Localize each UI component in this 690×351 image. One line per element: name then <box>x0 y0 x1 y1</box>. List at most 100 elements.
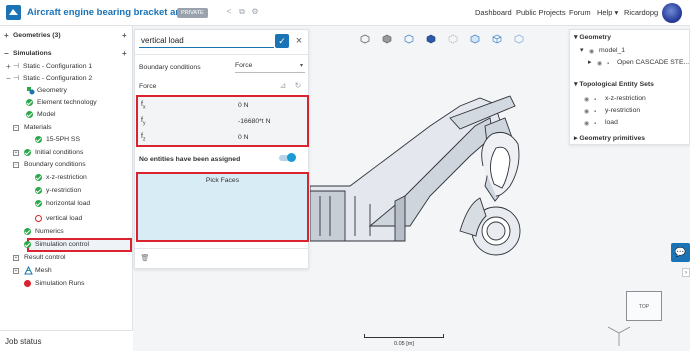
tree-item-simulation-control[interactable]: Simulation control <box>0 239 133 250</box>
view-hidden-icon[interactable] <box>514 34 524 44</box>
force-symbol-x: fx <box>141 101 145 110</box>
tree-item-numerics[interactable]: Numerics <box>0 226 133 237</box>
tree-item-mesh[interactable]: + Mesh <box>0 265 133 276</box>
eye-icon[interactable]: ◉ <box>589 47 594 57</box>
tree-item-config1[interactable]: + ⊣ Static - Configuration 1 <box>0 61 133 72</box>
simscale-logo-icon[interactable] <box>6 5 21 20</box>
force-subscript: y <box>142 120 146 127</box>
job-status-bar[interactable]: Job status <box>0 330 133 351</box>
chat-icon[interactable]: 💬 <box>671 243 690 262</box>
nav-username[interactable]: Ricardopg <box>624 8 658 17</box>
top-bar: Aircraft engine bearing bracket analysis… <box>0 0 690 26</box>
name-input[interactable] <box>139 34 274 48</box>
share-icon[interactable]: < <box>224 7 234 17</box>
chart-icon[interactable]: ⊿ <box>278 81 288 91</box>
force-subscript: z <box>142 136 146 143</box>
pick-faces-area[interactable]: Pick Faces <box>136 172 309 242</box>
tree-item-result-control[interactable]: + Result control <box>0 252 133 263</box>
tree-item-label: Simulation control <box>35 241 90 248</box>
reset-icon[interactable]: ↻ <box>293 81 303 91</box>
tree-item-boundary-conditions[interactable]: − Boundary conditions <box>0 159 133 170</box>
bc-type-select[interactable]: Force ▾ <box>235 62 305 73</box>
tree-item-model[interactable]: Model <box>0 109 133 120</box>
tree-cascade[interactable]: ▸ ◉ ▪ Open CASCADE STE... <box>588 58 689 68</box>
set-label: x-z-restriction <box>605 95 646 102</box>
job-status-label: Job status <box>5 337 42 346</box>
expand-icon[interactable]: + <box>13 149 19 156</box>
tree-item-initial-conditions[interactable]: + Initial conditions <box>0 147 133 158</box>
eye-icon[interactable]: ◉ <box>584 107 589 117</box>
collapse-icon[interactable]: − <box>4 48 9 59</box>
nav-forum[interactable]: Forum <box>569 8 591 17</box>
tree-item-material-15-5ph[interactable]: 15-5PH SS <box>0 134 133 145</box>
eye-icon[interactable]: ◉ <box>584 95 589 105</box>
scale-bar <box>364 334 444 338</box>
section-topology[interactable]: ▾ Topological Entity Sets <box>574 80 654 90</box>
confirm-button[interactable]: ✓ <box>275 34 289 48</box>
trash-icon[interactable]: 🗑 <box>140 254 150 264</box>
view-iso-icon[interactable] <box>360 34 370 44</box>
add-simulation-icon[interactable]: + <box>122 48 127 59</box>
tree-item-geometry[interactable]: Geometry <box>0 85 133 96</box>
add-geometry-icon[interactable]: + <box>122 30 127 41</box>
check-icon <box>35 136 42 143</box>
nav-public-projects[interactable]: Public Projects <box>516 8 566 17</box>
view-solid-icon[interactable] <box>426 34 436 44</box>
check-icon <box>35 174 42 181</box>
tree-geometries[interactable]: + Geometries (3) + <box>0 30 133 41</box>
assignment-status: No entities have been assigned <box>139 156 241 163</box>
expand-icon[interactable]: + <box>4 30 9 41</box>
tree-item-x-z-restriction[interactable]: x-z-restriction <box>0 172 133 183</box>
assignment-toggle[interactable] <box>279 153 296 162</box>
close-button[interactable]: × <box>293 34 305 48</box>
collapse-panel-button[interactable]: › <box>682 268 690 277</box>
settings-icon[interactable]: ⚙ <box>250 7 260 17</box>
config-icon: ⊣ <box>13 63 20 70</box>
section-geometry[interactable]: ▾ Geometry <box>574 33 611 43</box>
collapse-icon[interactable]: − <box>13 161 19 168</box>
property-panel: ✓ × Boundary conditions Force ▾ Force ⊿ … <box>134 29 309 269</box>
tree-item-element-technology[interactable]: Element technology <box>0 97 133 108</box>
axis-triad-icon <box>607 326 631 346</box>
expand-icon[interactable]: + <box>6 61 11 72</box>
force-symbol-z: fz <box>141 133 145 142</box>
force-z-value[interactable]: 0 N <box>238 134 249 141</box>
check-icon <box>35 200 42 207</box>
force-y-value[interactable]: -16680*t N <box>238 118 271 125</box>
nav-cube-face: TOP <box>638 304 650 310</box>
avatar[interactable] <box>662 3 682 23</box>
view-edges-icon[interactable] <box>492 34 502 44</box>
force-x-value[interactable]: 0 N <box>238 102 249 109</box>
tree-item-simulation-runs[interactable]: Simulation Runs <box>0 278 133 289</box>
collapse-icon[interactable]: − <box>13 124 19 131</box>
tree-item-label: x-z-restriction <box>46 174 87 181</box>
nav-help[interactable]: Help ▾ <box>597 8 618 17</box>
expand-icon[interactable]: + <box>13 267 19 274</box>
tree-model-1[interactable]: ▾ ◉ model_1 <box>580 46 625 56</box>
copy-icon[interactable]: ⧉ <box>237 7 247 17</box>
expand-icon[interactable]: + <box>13 254 19 261</box>
force-row-z: fz 0 N <box>140 131 305 145</box>
navigation-cube[interactable]: TOP <box>626 291 662 321</box>
tree-item-config2[interactable]: − ⊣ Static - Configuration 2 <box>0 73 133 84</box>
tree-item-horizontal-load[interactable]: horizontal load <box>0 198 133 209</box>
nav-dashboard[interactable]: Dashboard <box>475 8 512 17</box>
view-top-icon[interactable] <box>404 34 414 44</box>
view-front-icon[interactable] <box>382 34 392 44</box>
collapse-icon[interactable]: − <box>6 73 11 84</box>
eye-icon[interactable]: ◉ <box>584 119 589 129</box>
section-primitives-label: Geometry primitives <box>579 135 646 142</box>
set-label: y-restriction <box>605 107 641 114</box>
view-surface-icon[interactable] <box>470 34 480 44</box>
tree-item-y-restriction[interactable]: y-restriction <box>0 185 133 196</box>
tree-item-materials[interactable]: − Materials <box>0 122 133 133</box>
view-wireframe-icon[interactable] <box>448 34 458 44</box>
check-icon <box>26 111 33 118</box>
force-row-y: fy -16680*t N <box>140 115 305 129</box>
tree-simulations[interactable]: − Simulations + <box>0 48 133 59</box>
tree-item-label: Boundary conditions <box>24 161 86 168</box>
eye-icon[interactable]: ◉ <box>597 59 602 69</box>
section-primitives[interactable]: ▸ Geometry primitives <box>574 134 645 144</box>
check-icon <box>24 228 31 235</box>
tree-item-vertical-load[interactable]: vertical load <box>0 213 133 224</box>
